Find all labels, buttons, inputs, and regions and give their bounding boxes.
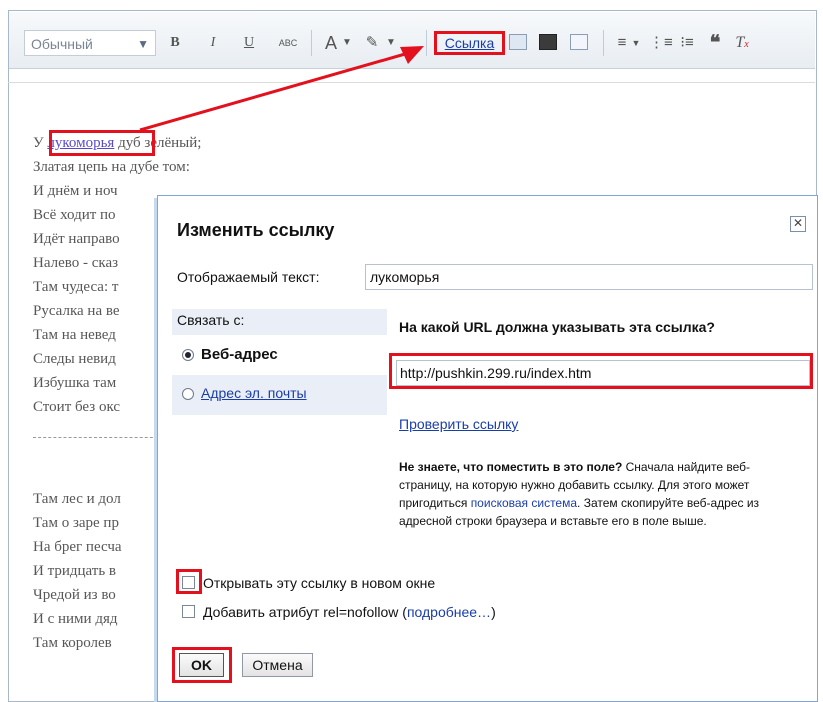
align-icon[interactable]: ≡ [613, 32, 631, 54]
email-address-link[interactable]: Адрес эл. почты [201, 385, 307, 401]
display-text-input[interactable]: лукоморья [365, 264, 813, 290]
web-address-label[interactable]: Веб-адрес [201, 346, 278, 363]
poem-line: Там чудеса: т [33, 279, 119, 295]
poem-line: Стоит без окс [33, 399, 121, 415]
more-info-link[interactable]: подробнее… [407, 604, 491, 620]
nofollow-checkbox[interactable] [182, 605, 195, 618]
new-window-label: Открывать эту ссылку в новом окне [203, 575, 436, 591]
poem-line: Избушка там [33, 375, 117, 391]
poem-line: На брег песча [33, 539, 122, 555]
search-engine-link[interactable]: поисковая система [471, 496, 577, 510]
chevron-down-icon: ▼ [137, 37, 149, 51]
poem-line: Там лес и дол [33, 491, 121, 507]
link-button[interactable]: Ссылка [434, 31, 505, 55]
clear-format-icon[interactable]: Tx [732, 32, 752, 54]
numbered-list-icon[interactable]: ⋮≡ [649, 32, 673, 54]
poem-line: Там на невед [33, 327, 116, 343]
dashed-separator [33, 437, 163, 438]
dialog-title: Изменить ссылку [177, 220, 335, 240]
chevron-down-icon[interactable]: ▼ [631, 32, 641, 54]
poem-line: Там королев [33, 635, 112, 651]
poem-line: И днём и ноч [33, 183, 118, 199]
chevron-down-icon[interactable]: ▼ [341, 32, 353, 54]
poem-line: Русалка на ве [33, 303, 120, 319]
underline-button[interactable]: U [241, 32, 257, 54]
poem-line: И тридцать в [33, 563, 117, 579]
nofollow-label: Добавить атрибут rel=nofollow (подробнее… [203, 604, 496, 620]
radio-email-address[interactable] [182, 388, 194, 400]
poem-line: И с ними дяд [33, 611, 118, 627]
nofollow-text: ) [491, 604, 496, 620]
poem-line: Чредой из во [33, 587, 116, 603]
cancel-button[interactable]: Отмена [242, 653, 313, 677]
style-select[interactable]: Обычный ▼ [24, 30, 156, 56]
bulleted-list-icon[interactable]: ⁝≡ [677, 32, 697, 54]
style-select-value: Обычный [31, 36, 93, 52]
highlight-frame [49, 130, 155, 156]
nofollow-text: Добавить атрибут rel=nofollow ( [203, 604, 407, 620]
url-question: На какой URL должна указывать эта ссылка… [399, 319, 715, 335]
radio-web-address[interactable] [182, 349, 194, 361]
highlight-icon[interactable]: ✎ [361, 32, 383, 54]
poem-line: Идёт направо [33, 231, 120, 247]
chevron-down-icon[interactable]: ▼ [385, 32, 397, 54]
image-icon[interactable] [509, 34, 527, 50]
highlight-frame [389, 353, 813, 389]
poem-line: Следы невид [33, 351, 116, 367]
close-icon[interactable]: ✕ [790, 216, 806, 232]
highlight-frame [172, 647, 232, 683]
toolbar-divider [311, 30, 312, 56]
test-link[interactable]: Проверить ссылку [399, 416, 518, 432]
editor-toolbar: Обычный ▼ B I U ABC A ▼ ✎ ▼ Ссылка ≡ ▼ ⋮… [9, 12, 815, 69]
link-to-label: Связать с: [177, 312, 245, 328]
italic-button[interactable]: I [205, 32, 221, 54]
display-text-label: Отображаемый текст: [177, 269, 320, 285]
quote-icon[interactable]: ❝ [706, 32, 724, 54]
edit-link-dialog: Изменить ссылку ✕ Отображаемый текст: лу… [157, 195, 818, 702]
toolbar-divider [426, 30, 427, 56]
editor-divider [8, 82, 815, 83]
poem-line: Налево - сказ [33, 255, 119, 271]
poem-line: Там о заре пр [33, 515, 119, 531]
document-icon[interactable] [570, 34, 588, 50]
poem-line: Златая цепь на дубе том: [33, 159, 190, 175]
video-icon[interactable] [539, 34, 557, 50]
toolbar-divider [603, 30, 604, 56]
highlight-frame [176, 569, 202, 594]
help-text: Не знаете, что поместить в это поле? Сна… [399, 458, 779, 530]
strikethrough-button[interactable]: ABC [277, 32, 299, 54]
poem-line: Всё ходит по [33, 207, 116, 223]
poem-text: У [33, 135, 48, 151]
text-color-button[interactable]: A [323, 32, 339, 54]
help-heading: Не знаете, что поместить в это поле? [399, 460, 623, 474]
bold-button[interactable]: B [167, 32, 183, 54]
